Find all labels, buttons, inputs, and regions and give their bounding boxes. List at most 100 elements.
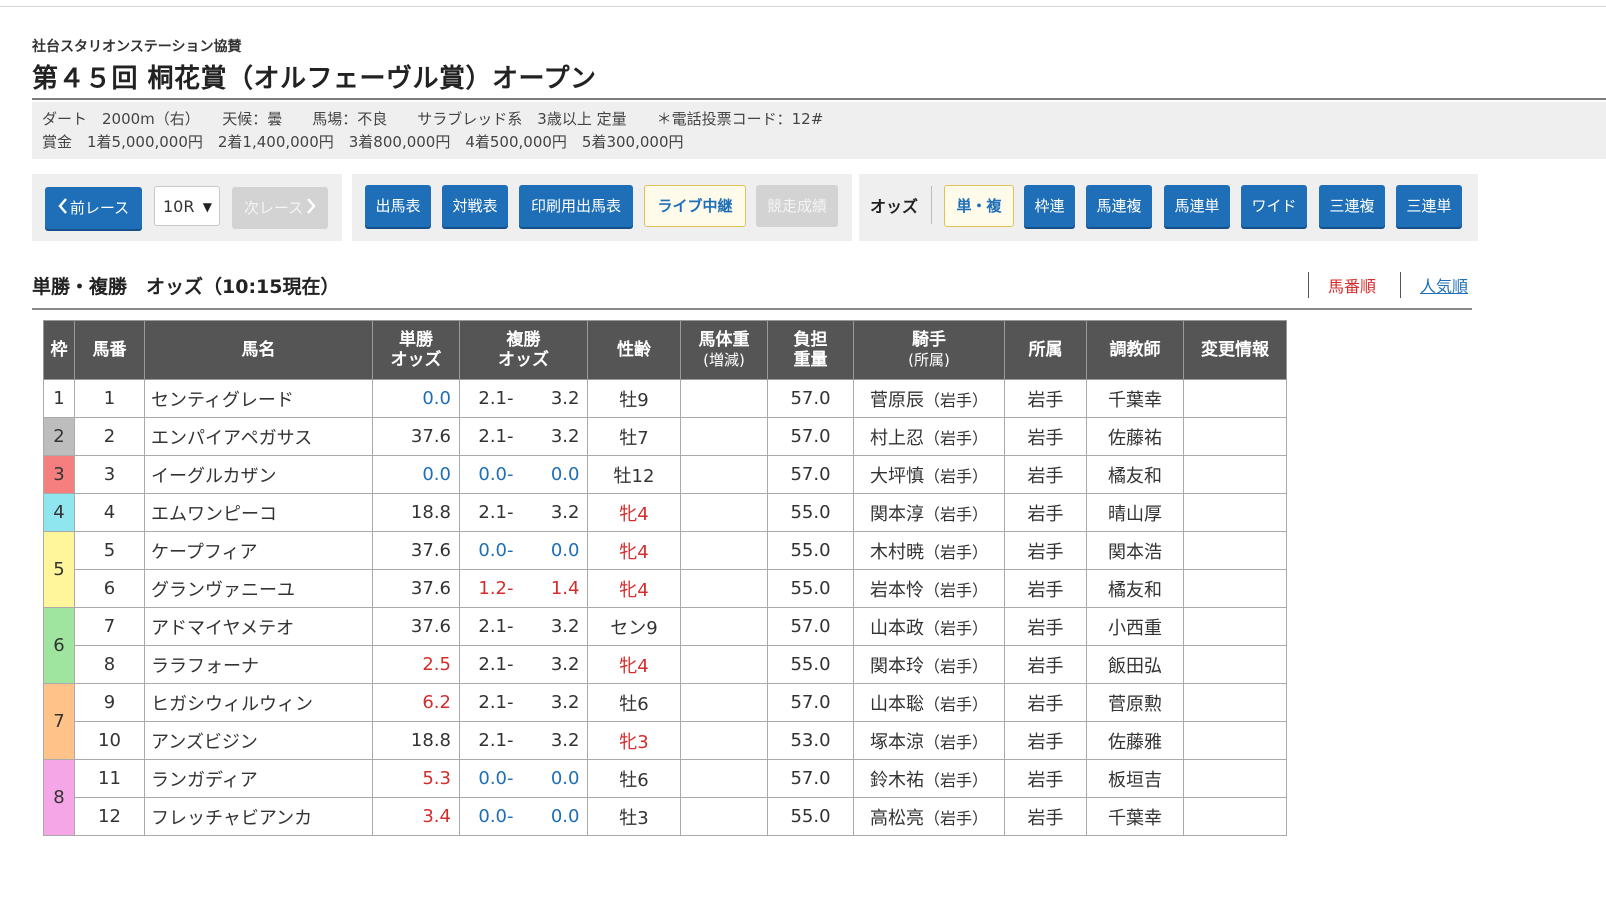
change-info-cell <box>1183 379 1287 418</box>
col-jockey-line2: (所属) <box>908 351 950 369</box>
win-odds-cell: 37.6 <box>372 531 460 570</box>
burden-weight-cell: 55.0 <box>767 493 854 532</box>
race-info-box: ダート 2000m（右） 天候：曇 馬場：不良 サラブレッド系 3歳以上 定量 … <box>32 102 1606 159</box>
jockey-name: 岩本怜 <box>869 579 924 601</box>
tab-quinella[interactable]: 馬連複 <box>1086 185 1152 227</box>
change-info-cell <box>1183 455 1287 494</box>
place-odds-high: 3.2 <box>550 616 580 637</box>
place-odds-high: 0.0 <box>550 540 580 561</box>
race-results-button[interactable]: 競走成績 <box>756 185 838 227</box>
place-odds-high: 3.2 <box>550 654 580 675</box>
race-number-select[interactable]: 10R ▼ <box>154 186 220 226</box>
horse-name-cell: ケープフィア <box>144 531 373 570</box>
sort-by-popularity-link[interactable]: 人気順 <box>1420 273 1468 297</box>
jockey-name: 村上忍 <box>869 427 924 449</box>
win-odds-cell: 0.0 <box>372 379 460 418</box>
col-affiliation: 所属 <box>1004 320 1087 380</box>
jockey-name: 高松亮 <box>869 807 924 829</box>
place-odds-high: 1.4 <box>550 578 580 599</box>
horse-name-cell: イーグルカザン <box>144 455 373 494</box>
win-odds-cell: 5.3 <box>372 759 460 798</box>
col-body-weight: 馬体重 (増減) <box>680 320 768 380</box>
body-weight-cell <box>680 455 768 494</box>
burden-weight-cell: 55.0 <box>767 531 854 570</box>
affiliation-cell: 岩手 <box>1004 569 1087 608</box>
place-odds-cell: 2.1- 3.2 <box>459 493 588 532</box>
affiliation-cell: 岩手 <box>1004 759 1087 798</box>
burden-weight-cell: 55.0 <box>767 797 854 836</box>
entry-table-button[interactable]: 出馬表 <box>365 185 431 227</box>
trainer-cell: 菅原勲 <box>1086 683 1184 722</box>
sex-age-cell: 牝3 <box>587 721 681 760</box>
jockey-cell: 岩本怜（岩手） <box>853 569 1005 608</box>
live-stream-button[interactable]: ライブ中継 <box>644 185 746 227</box>
place-odds-high: 0.0 <box>550 768 580 789</box>
win-odds-cell: 2.5 <box>372 645 460 684</box>
place-odds-cell: 1.2- 1.4 <box>459 569 588 608</box>
matchup-button[interactable]: 対戦表 <box>442 185 508 227</box>
body-weight-cell <box>680 417 768 456</box>
sex-age-cell: 牝4 <box>587 531 681 570</box>
body-weight-cell <box>680 531 768 570</box>
odds-section-title: 単勝・複勝 オッズ（10:15現在） <box>32 276 340 298</box>
jockey-affiliation: （岩手） <box>923 580 988 600</box>
waku-cell: 3 <box>43 455 75 494</box>
place-odds-low: 2.1- <box>478 502 514 523</box>
place-odds-high: 3.2 <box>550 502 580 523</box>
win-odds-cell: 37.6 <box>372 569 460 608</box>
tab-win-place[interactable]: 単・複 <box>944 185 1014 227</box>
change-info-cell <box>1183 797 1287 836</box>
burden-weight-cell: 57.0 <box>767 417 854 456</box>
tab-wide[interactable]: ワイド <box>1241 185 1307 227</box>
umaban-cell: 4 <box>74 493 145 532</box>
affiliation-cell: 岩手 <box>1004 455 1087 494</box>
jockey-affiliation: （岩手） <box>923 390 988 410</box>
title-divider <box>32 98 1606 100</box>
table-row: 8 11 ランガディア 5.3 0.0- 0.0 牡6 57.0 鈴木祐（岩手） 岩手 板垣吉 <box>43 759 1287 836</box>
jockey-name: 菅原辰 <box>869 389 924 411</box>
win-odds-cell: 3.4 <box>372 797 460 836</box>
burden-weight-cell: 57.0 <box>767 759 854 798</box>
sex-age-cell: セン9 <box>587 607 681 646</box>
col-win-line1: 単勝 <box>399 330 433 350</box>
col-trainer: 調教師 <box>1086 320 1184 380</box>
burden-weight-cell: 57.0 <box>767 683 854 722</box>
jockey-name: 塚本涼 <box>869 731 924 753</box>
change-info-cell <box>1183 493 1287 532</box>
tab-bracket-quinella[interactable]: 枠連 <box>1024 185 1075 227</box>
tab-trifecta[interactable]: 三連単 <box>1396 185 1462 227</box>
jockey-cell: 山本政（岩手） <box>853 607 1005 646</box>
affiliation-cell: 岩手 <box>1004 645 1087 684</box>
jockey-cell: 鈴木祐（岩手） <box>853 759 1005 798</box>
trainer-cell: 橘友和 <box>1086 569 1184 608</box>
body-weight-cell <box>680 683 768 722</box>
burden-weight-cell: 57.0 <box>767 379 854 418</box>
sort-by-number[interactable]: 馬番順 <box>1328 273 1376 297</box>
waku-cell: 2 <box>43 417 75 456</box>
col-win-line2: オッズ <box>390 350 442 370</box>
next-race-button[interactable]: 次レース <box>232 187 328 229</box>
place-odds-high: 3.2 <box>550 692 580 713</box>
prev-race-button[interactable]: 前レース <box>45 187 142 229</box>
affiliation-cell: 岩手 <box>1004 683 1087 722</box>
trainer-cell: 小西重 <box>1086 607 1184 646</box>
jockey-affiliation: （岩手） <box>923 618 988 638</box>
place-odds-cell: 0.0- 0.0 <box>459 759 588 798</box>
table-row: 10 アンズビジン 18.8 2.1- 3.2 牝3 53.0 塚本涼（岩手） 岩手 佐藤雅 <box>44 721 1287 760</box>
jockey-name: 鈴木祐 <box>869 769 924 791</box>
horse-name-cell: ララフォーナ <box>144 645 373 684</box>
waku-cell: 8 <box>43 759 75 836</box>
print-entry-button[interactable]: 印刷用出馬表 <box>519 185 633 227</box>
tab-exacta[interactable]: 馬連単 <box>1164 185 1230 227</box>
body-weight-cell <box>680 493 768 532</box>
top-divider <box>0 6 1606 7</box>
horse-name-cell: ヒガシウィルウィン <box>144 683 373 722</box>
table-row: 4 4 エムワンピーコ 18.8 2.1- 3.2 牝4 55.0 関本淳（岩手） 岩手 晴山厚 <box>43 493 1287 532</box>
jockey-affiliation: （岩手） <box>923 694 988 714</box>
tab-trio[interactable]: 三連複 <box>1319 185 1385 227</box>
jockey-cell: 菅原辰（岩手） <box>853 379 1005 418</box>
jockey-affiliation: （岩手） <box>923 732 988 752</box>
burden-weight-cell: 57.0 <box>767 607 854 646</box>
waku-cell: 1 <box>43 379 75 418</box>
win-odds-cell: 18.8 <box>372 493 460 532</box>
